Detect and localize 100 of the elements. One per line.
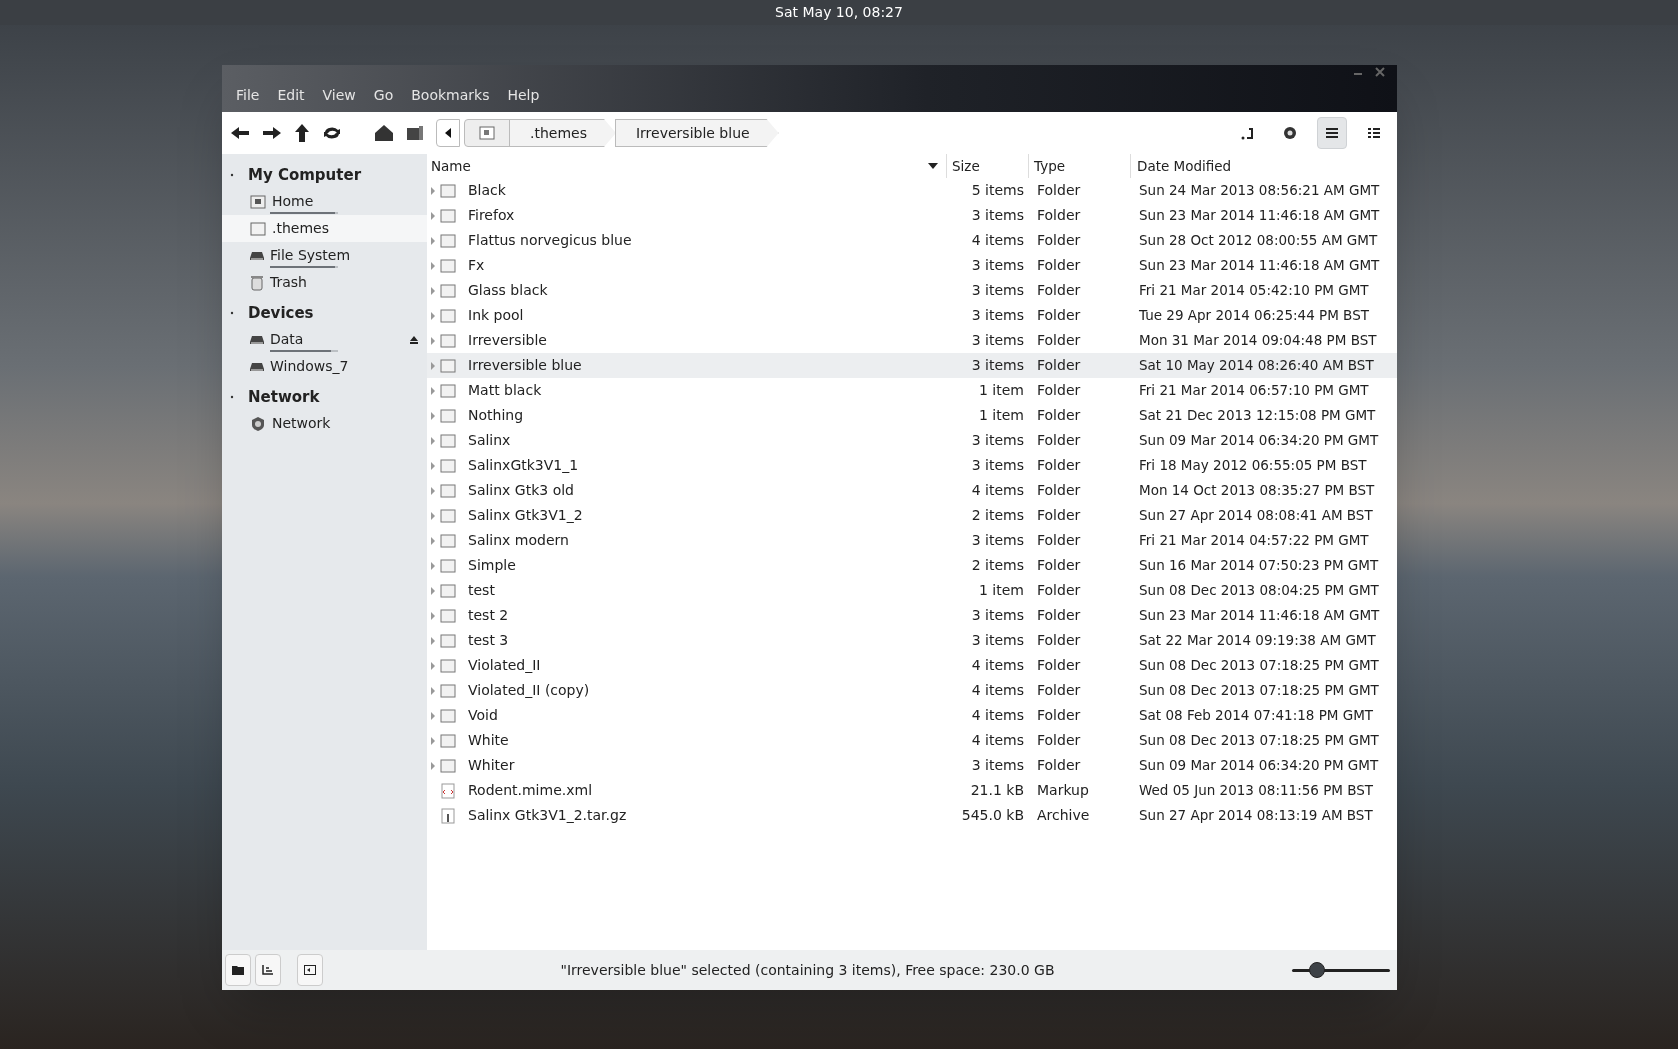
menu-item[interactable]: Help [507,85,540,106]
file-type: Markup [1037,782,1089,798]
file-row[interactable]: Rodent.mime.xml 21.1 kB Markup Wed 05 Jun 2013 08:11:56 PM BST [427,778,1397,803]
sidebar-section-title[interactable]: My Computer [248,163,362,187]
file-size: 2 items [971,556,1024,575]
file-type: Folder [1037,232,1081,248]
folder-icon [440,658,456,673]
markup-file-icon [441,782,455,799]
folder-icon [440,533,456,548]
file-size: 4 items [971,706,1024,725]
list-view-icon [1325,126,1339,140]
scroll-left-button[interactable] [436,119,460,147]
file-size: 1 item [979,406,1024,425]
file-row[interactable]: Irreversible blue 3 items Folder Sat 10 May 2014 08:26:40 AM BST [427,353,1397,378]
file-size: 545.0 kB [961,806,1024,825]
file-row[interactable]: Fx 3 items Folder Sun 23 Mar 2014 11:46:18 AM GMT [427,253,1397,278]
tree-button[interactable] [255,954,281,986]
menu-item[interactable]: View [322,85,356,106]
file-row[interactable]: Whiter 3 items Folder Sun 09 Mar 2014 06:34:20 PM GMT [427,753,1397,778]
file-row[interactable]: Salinx Gtk3V1_2.tar.gz 545.0 kB Archive Sun 27 Apr 2014 08:13:19 AM BST [427,803,1397,828]
file-name: Matt black [468,381,542,400]
file-row[interactable]: SalinxGtk3V1_1 3 items Folder Fri 18 May 2012 06:55:05 PM BST [427,453,1397,478]
slider-thumb[interactable] [1308,962,1325,978]
view-mode-button[interactable] [1317,117,1347,149]
file-date: Sun 23 Mar 2014 11:46:18 AM GMT [1139,257,1380,273]
file-type: Folder [1037,707,1081,723]
file-date: Sun 09 Mar 2014 06:34:20 PM GMT [1139,757,1379,773]
expander-arrow-icon [431,736,435,745]
sidebar-item-label: Home [272,192,314,211]
file-row[interactable]: test 1 item Folder Sun 08 Dec 2013 08:04:25 PM GMT [427,578,1397,603]
file-row[interactable]: Salinx Gtk3V1_2 2 items Folder Sun 27 Apr 2014 08:08:41 AM BST [427,503,1397,528]
file-size: 21.1 kB [970,781,1024,800]
column-header[interactable]: Size [947,154,1029,178]
close-icon [1375,67,1385,77]
expander-arrow-icon [431,711,435,720]
folder-icon [440,758,456,773]
file-row[interactable]: White 4 items Folder Sun 08 Dec 2013 07:18:25 PM GMT [427,728,1397,753]
file-date: Sun 23 Mar 2014 11:46:18 AM GMT [1139,207,1380,223]
file-row[interactable]: Violated_II 4 items Folder Sun 08 Dec 2013 07:18:25 PM GMT [427,653,1397,678]
expander-arrow-icon [431,361,435,370]
menu-item[interactable]: Edit [277,85,305,106]
file-row[interactable]: Violated_II (copy) 4 items Folder Sun 08 Dec 2013 07:18:25 PM GMT [427,678,1397,703]
file-size: 4 items [971,231,1024,250]
menu-item[interactable]: Go [373,85,394,106]
column-header[interactable]: Type [1029,154,1131,178]
trash-icon [250,274,264,291]
sidebar-item[interactable]: .themes [222,215,427,242]
file-row[interactable]: Void 4 items Folder Sat 08 Feb 2014 07:41:18 PM GMT [427,703,1397,728]
file-type: Folder [1037,307,1081,323]
file-row[interactable]: Nothing 1 item Folder Sat 21 Dec 2013 12:15:08 PM GMT [427,403,1397,428]
file-row[interactable]: Flattus norvegicus blue 4 items Folder Sun 28 Oct 2012 08:00:55 AM GMT [427,228,1397,253]
sidebar-item-label: Windows_7 [270,357,349,376]
column-header[interactable]: Date Modified [1131,154,1397,178]
file-size: 3 items [971,456,1024,475]
file-row[interactable]: test 2 3 items Folder Sun 23 Mar 2014 11:46:18 AM GMT [427,603,1397,628]
folder-icon [250,221,266,236]
file-date: Tue 29 Apr 2014 06:25:44 PM BST [1139,307,1369,323]
clock[interactable]: Sat May 10, 08:27 [775,2,903,23]
folder-icon [440,408,456,423]
file-row[interactable]: Simple 2 items Folder Sun 16 Mar 2014 07:50:23 PM GMT [427,553,1397,578]
breadcrumb-button[interactable]: .themes [509,119,616,147]
zoom-slider[interactable] [1292,961,1390,979]
sidebar-item[interactable]: Windows_7 [222,353,427,380]
expander-arrow-icon [431,586,435,595]
home-folder-icon [250,194,266,209]
sidebar-item[interactable]: File System [222,242,427,269]
expander-arrow-icon [431,461,435,470]
file-row[interactable]: Salinx 3 items Folder Sun 09 Mar 2014 06:34:20 PM GMT [427,428,1397,453]
file-row[interactable]: Ink pool 3 items Folder Tue 29 Apr 2014 06:25:44 PM BST [427,303,1397,328]
folder-icon [440,508,456,523]
file-name: Nothing [468,406,524,425]
file-name: Firefox [468,206,515,225]
menu-item[interactable]: File [236,85,260,106]
expander-icon [230,395,234,399]
expander-arrow-icon [431,211,435,220]
folder-button[interactable] [225,954,251,986]
folder-icon [440,733,456,748]
sidebar-item[interactable]: Home [222,188,427,215]
file-row[interactable]: Glass black 3 items Folder Fri 21 Mar 2014 05:42:10 PM GMT [427,278,1397,303]
column-header[interactable]: Name [427,154,947,178]
file-row[interactable]: Salinx Gtk3 old 4 items Folder Mon 14 Oct 2013 08:35:27 PM BST [427,478,1397,503]
file-row[interactable]: Firefox 3 items Folder Sun 23 Mar 2014 11:46:18 AM GMT [427,203,1397,228]
file-type: Folder [1037,482,1081,498]
file-row[interactable]: Matt black 1 item Folder Fri 21 Mar 2014 06:57:10 PM GMT [427,378,1397,403]
sidebar-section-title[interactable]: Network [248,385,320,409]
sidebar-section-title[interactable]: Devices [248,301,314,325]
expander-arrow-icon [431,661,435,670]
menu-item[interactable]: Bookmarks [411,85,490,106]
file-row[interactable]: Irreversible 3 items Folder Mon 31 Mar 2014 09:04:48 PM BST [427,328,1397,353]
sidebar-toggle-button[interactable] [297,954,323,986]
eject-button[interactable] [409,334,419,345]
sidebar-item[interactable]: Trash [222,269,427,296]
file-row[interactable]: test 3 3 items Folder Sat 22 Mar 2014 09:19:38 AM GMT [427,628,1397,653]
sidebar-item[interactable]: Data [222,326,427,353]
file-row[interactable]: Black 5 items Folder Sun 24 Mar 2013 08:56:21 AM GMT [427,178,1397,203]
folder-icon [440,633,456,648]
sidebar-item[interactable]: Network [222,410,427,437]
file-name: SalinxGtk3V1_1 [468,456,579,475]
file-row[interactable]: Salinx modern 3 items Folder Fri 21 Mar 2014 04:57:22 PM GMT [427,528,1397,553]
breadcrumb-button[interactable]: Irreversible blue [615,119,779,147]
